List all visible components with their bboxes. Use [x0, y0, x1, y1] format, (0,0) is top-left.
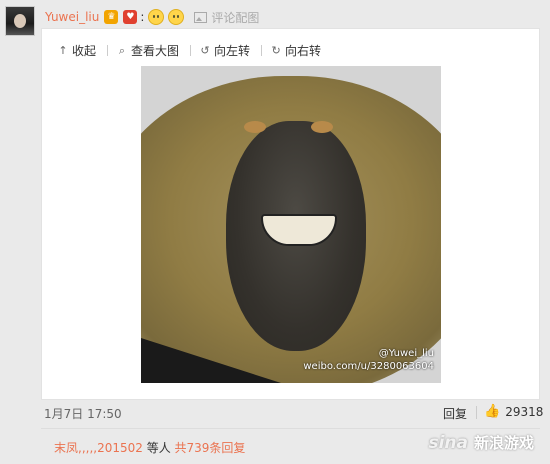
post-timestamp: 1月7日 17:50: [44, 407, 122, 421]
image-toolbar: ↑ 收起 ⌕ 查看大图 ↺ 向左转 ↻ 向右转: [57, 42, 332, 59]
image-eye-left: [244, 121, 266, 133]
search-icon: ⌕: [118, 43, 126, 57]
member-badge-icon[interactable]: ♥: [123, 10, 138, 24]
avatar[interactable]: [5, 6, 35, 36]
rotate-right-label: 向右转: [285, 44, 322, 58]
view-large-button[interactable]: ⌕ 查看大图: [116, 42, 179, 59]
rotate-right-button[interactable]: ↻ 向右转: [270, 42, 321, 59]
collapse-button[interactable]: ↑ 收起: [57, 42, 96, 59]
replies-summary: 末凤,,,,,201502 等人 共739条回复: [54, 439, 245, 456]
action-divider: [476, 406, 477, 419]
watermark-url: weibo.com/u/3280063604: [303, 361, 434, 372]
image-corner-shape: [141, 338, 281, 383]
picture-icon: [194, 11, 208, 23]
comment-image-label: 评论配图: [211, 10, 260, 25]
collapse-label: 收起: [72, 44, 97, 58]
like-button[interactable]: 👍 29318: [484, 404, 543, 419]
colon-text: :: [140, 10, 145, 24]
sina-games-logo: sina 新浪游戏: [428, 432, 534, 453]
watermark-handle: @Yuwei_liu: [378, 348, 434, 359]
toolbar-divider: [190, 45, 192, 56]
reply-button[interactable]: 回复: [443, 405, 467, 422]
view-large-label: 查看大图: [131, 44, 180, 58]
username-link[interactable]: Yuwei_liu: [45, 10, 99, 24]
post-image[interactable]: @Yuwei_liu weibo.com/u/3280063604: [141, 66, 441, 383]
avatar-face: [14, 14, 26, 28]
total-replies-link[interactable]: 共739条回复: [175, 441, 246, 455]
smiley-emoji-icon: [168, 9, 185, 25]
rotate-left-button[interactable]: ↺ 向左转: [199, 42, 250, 59]
toolbar-divider: [261, 45, 263, 56]
like-count: 29318: [505, 404, 544, 419]
sina-logo-text: sina: [428, 432, 468, 453]
replies-connector: 等人: [142, 441, 175, 455]
replier-names-link[interactable]: 末凤,,,,,201502: [54, 441, 143, 455]
image-viewer-panel: ↑ 收起 ⌕ 查看大图 ↺ 向左转 ↻ 向右转 @Yuwei_liu weibo…: [41, 28, 540, 400]
rotate-left-icon: ↺: [200, 44, 210, 57]
arrow-up-icon: ↑: [58, 44, 68, 57]
brand-name: 新浪游戏: [473, 434, 534, 452]
section-divider: [41, 428, 540, 429]
rotate-left-label: 向左转: [214, 44, 251, 58]
image-watermark: @Yuwei_liu weibo.com/u/3280063604: [303, 347, 434, 373]
post-header: Yuwei_liu ♛ ♥ : 评论配图: [45, 9, 259, 25]
comment-image-link[interactable]: 评论配图: [194, 9, 259, 26]
toolbar-divider: [107, 45, 109, 56]
smiley-emoji-icon: [148, 9, 165, 25]
thumbs-up-icon: 👍: [484, 404, 501, 419]
rotate-right-icon: ↻: [271, 44, 281, 57]
vip-badge-icon[interactable]: ♛: [104, 10, 119, 24]
image-eye-right: [311, 121, 333, 133]
